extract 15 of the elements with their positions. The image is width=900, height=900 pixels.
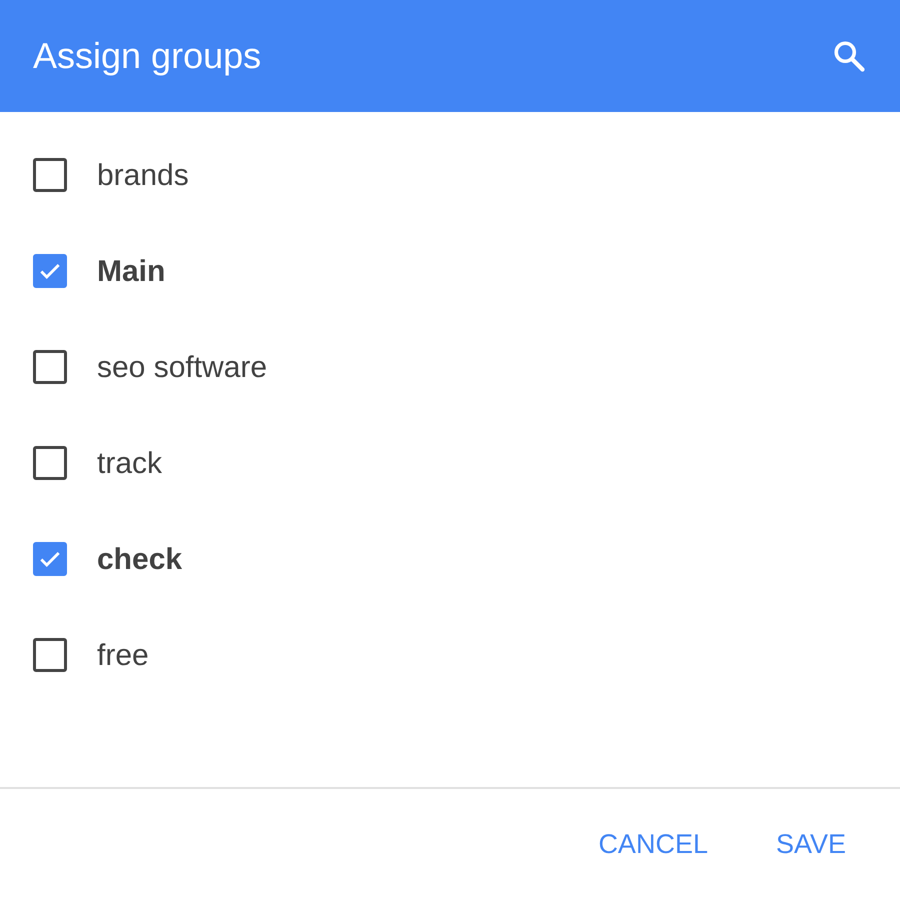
group-label[interactable]: brands: [97, 152, 189, 198]
save-button[interactable]: SAVE: [762, 816, 860, 873]
checkbox[interactable]: [33, 254, 67, 288]
checkbox[interactable]: [33, 542, 67, 576]
checkbox[interactable]: [33, 350, 67, 384]
checkbox[interactable]: [33, 446, 67, 480]
dialog-title: Assign groups: [33, 34, 262, 78]
checkbox[interactable]: [33, 158, 67, 192]
checkbox[interactable]: [33, 638, 67, 672]
group-label[interactable]: track: [97, 440, 162, 486]
group-label[interactable]: Main: [97, 248, 166, 294]
cancel-button[interactable]: CANCEL: [584, 816, 722, 873]
group-label[interactable]: free: [97, 632, 149, 678]
group-label[interactable]: check: [97, 536, 182, 582]
group-label[interactable]: seo software: [97, 344, 268, 390]
